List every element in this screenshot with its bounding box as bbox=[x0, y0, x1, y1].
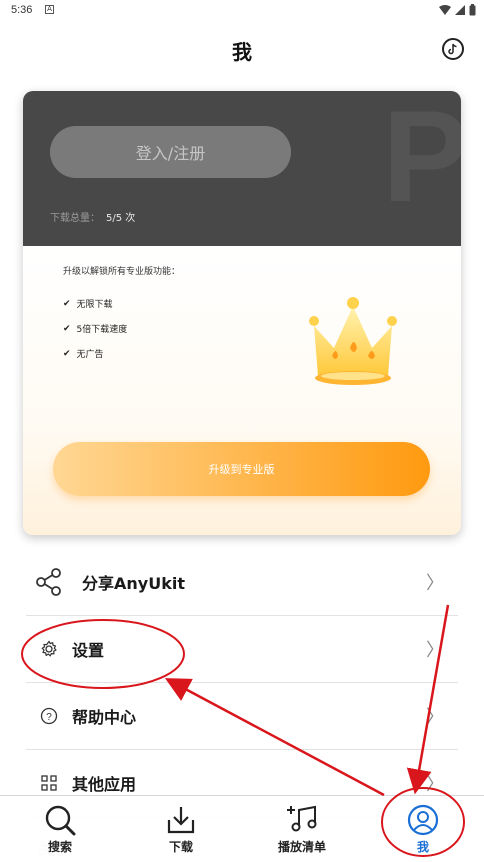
playlist-add-icon bbox=[287, 805, 317, 832]
menu-label-other-apps: 其他应用 bbox=[72, 775, 137, 794]
nav-label-download: 下载 bbox=[168, 840, 193, 854]
nav-label-search: 搜索 bbox=[47, 840, 72, 854]
upgrade-panel: 升级以解锁所有专业版功能： ✔ 无限下载 ✔ 5倍下载速度 ✔ 无广告 升级到专… bbox=[23, 246, 461, 535]
feature-label: 无限下载 bbox=[76, 300, 113, 310]
pro-card: P 登入/注册 下载总量： 5/5 次 升级以解锁所有专业版功能： ✔ 无限下载 … bbox=[23, 91, 461, 535]
menu-label-settings: 设置 bbox=[72, 641, 105, 660]
nav-playlist[interactable]: 播放清单 bbox=[257, 804, 347, 855]
chevron-right-icon: 〉 bbox=[426, 573, 444, 594]
nav-me[interactable]: 我 bbox=[378, 804, 468, 855]
feature-item: ✔ 无限下载 bbox=[63, 297, 113, 311]
settings-menu: 分享AnyUkit 〉 设置 〉 ? 帮助中心 〉 其他应用 〉 bbox=[26, 549, 458, 817]
check-icon: ✔ bbox=[63, 323, 71, 334]
share-icon bbox=[34, 567, 64, 597]
chevron-right-icon: 〉 bbox=[426, 640, 444, 661]
user-profile-icon bbox=[407, 804, 439, 836]
upgrade-intro: 升级以解锁所有专业版功能： bbox=[63, 267, 181, 277]
battery-icon bbox=[469, 4, 476, 16]
chevron-right-icon: 〉 bbox=[426, 774, 444, 795]
page-title: 我 bbox=[232, 40, 252, 64]
check-icon: ✔ bbox=[63, 298, 71, 309]
menu-label-help: 帮助中心 bbox=[72, 708, 137, 727]
status-time: 5:36 bbox=[11, 4, 33, 16]
check-icon: ✔ bbox=[63, 348, 71, 359]
download-total-label: 下载总量： bbox=[50, 213, 100, 224]
menu-item-settings[interactable]: 设置 〉 bbox=[26, 616, 458, 683]
feature-label: 无广告 bbox=[76, 350, 104, 360]
status-bar: 5:36 A bbox=[0, 0, 484, 22]
search-icon bbox=[45, 805, 76, 836]
status-icons bbox=[439, 4, 476, 16]
menu-item-share[interactable]: 分享AnyUkit 〉 bbox=[26, 549, 458, 616]
svg-text:?: ? bbox=[46, 712, 52, 723]
download-total: 下载总量： 5/5 次 bbox=[50, 209, 135, 224]
help-icon: ? bbox=[34, 701, 64, 731]
menu-item-help[interactable]: ? 帮助中心 〉 bbox=[26, 683, 458, 750]
download-total-value: 5/5 次 bbox=[106, 213, 136, 224]
feature-label: 5倍下载速度 bbox=[76, 325, 128, 335]
header: 我 bbox=[0, 28, 484, 72]
nav-label-me: 我 bbox=[416, 840, 429, 854]
signal-icon bbox=[455, 5, 465, 15]
gear-icon bbox=[34, 634, 64, 664]
watermark-logo: P bbox=[382, 91, 461, 229]
bottom-nav: 搜索 下载 播放清单 我 bbox=[0, 795, 484, 862]
nav-label-playlist: 播放清单 bbox=[277, 840, 326, 854]
notification-icon: A bbox=[45, 5, 54, 14]
upgrade-pro-button[interactable]: 升级到专业版 bbox=[53, 442, 430, 496]
chevron-right-icon: 〉 bbox=[426, 707, 444, 728]
account-panel: P 登入/注册 下载总量： 5/5 次 bbox=[23, 91, 461, 246]
feature-item: ✔ 5倍下载速度 bbox=[63, 322, 128, 336]
feature-item: ✔ 无广告 bbox=[63, 347, 104, 361]
nav-download[interactable]: 下载 bbox=[136, 804, 226, 855]
download-icon bbox=[167, 807, 195, 834]
menu-label-share: 分享AnyUkit bbox=[82, 574, 185, 593]
apps-grid-icon bbox=[34, 768, 64, 798]
nav-search[interactable]: 搜索 bbox=[15, 804, 105, 855]
tiktok-icon[interactable] bbox=[442, 38, 464, 60]
login-register-button[interactable]: 登入/注册 bbox=[50, 126, 291, 178]
wifi-icon bbox=[439, 5, 451, 15]
crown-icon bbox=[309, 297, 397, 385]
